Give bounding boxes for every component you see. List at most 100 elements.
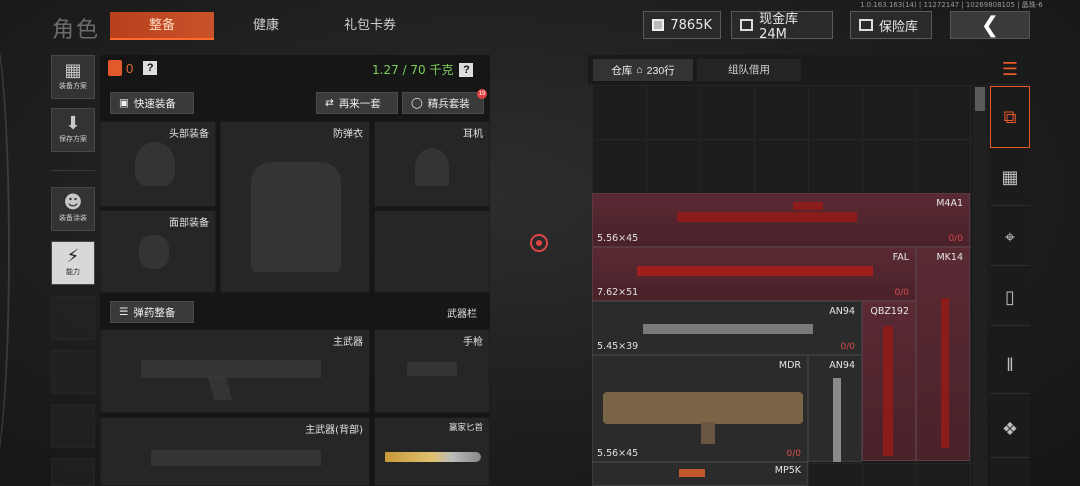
pistol-slot[interactable]: 手枪 <box>374 329 490 413</box>
again-button[interactable]: ⇄ 再来一套 <box>316 92 398 114</box>
help-icon[interactable]: ? <box>143 61 158 75</box>
primary-back-label: 主武器(背部) <box>305 425 363 436</box>
sidebar-empty-slot <box>51 458 95 486</box>
knife-slot-label: 赢家匕首 <box>448 423 483 433</box>
tab-category-selected[interactable]: ⧉ <box>990 86 1030 148</box>
ammo-equip-label: 弹药整备 <box>133 306 176 319</box>
list-item[interactable]: FAL 7.62×51 0/0 <box>592 247 916 301</box>
sidebar-item-ability[interactable]: ⚡ 能力 <box>51 241 95 285</box>
safe-label: 保险库 <box>879 19 919 35</box>
tab-category-armor[interactable]: ▦ <box>990 150 1030 206</box>
sidebar-item-save-plan[interactable]: ⬇ 保存方案 <box>51 108 95 152</box>
silver-currency[interactable]: 7865K <box>643 11 721 39</box>
tab-category-guns[interactable]: ⌖ <box>990 210 1030 266</box>
item-caliber: 5.45×39 <box>597 341 639 352</box>
warehouse-scrollbar[interactable] <box>973 85 987 486</box>
tab-category-ammo[interactable]: ‖ <box>990 338 1030 394</box>
tab-category-magazines[interactable]: ▯ <box>990 270 1030 326</box>
list-item[interactable]: QBZ192 <box>862 301 916 461</box>
ammo-icon: ☰ <box>119 306 129 318</box>
silver-icon <box>652 19 665 31</box>
back-button[interactable]: ❮ <box>950 11 1030 39</box>
left-edge-arc <box>0 20 10 480</box>
tab-team-borrow[interactable]: 组队借用 <box>697 59 801 81</box>
list-item[interactable]: MDR 5.56×45 0/0 <box>592 355 808 462</box>
sidebar-item-label: 装备涂装 <box>59 214 87 222</box>
elite-set-button[interactable]: ◯ 精兵套装 <box>402 92 484 114</box>
quick-equip-button[interactable]: ▣ 快速装备 <box>110 92 194 114</box>
bullet-icon: ‖ <box>1006 355 1014 375</box>
earphone-slot[interactable]: 耳机 <box>374 121 490 207</box>
item-name: QBZ192 <box>870 306 909 317</box>
rifle-icon <box>637 266 873 276</box>
face-slot-label: 面部装备 <box>169 218 209 229</box>
cash-vault-button[interactable]: 现金库 24M <box>731 11 833 42</box>
list-item[interactable]: AN94 5.45×39 0/0 <box>592 301 862 355</box>
tab-gift-cards[interactable]: 礼包卡券 <box>318 12 422 40</box>
earphone-slot-label: 耳机 <box>463 129 483 140</box>
list-item[interactable]: AN94 <box>808 355 862 462</box>
body-armor-icon <box>251 162 341 272</box>
pistol-silhouette-icon <box>407 362 457 376</box>
item-caliber: 5.56×45 <box>597 448 639 459</box>
item-name: AN94 <box>829 360 855 371</box>
gas-mask-icon <box>139 235 169 269</box>
quick-equip-label: 快速装备 <box>133 97 176 110</box>
sidebar-item-loadout-plan[interactable]: ▦ 装备方案 <box>51 55 95 99</box>
download-icon: ⬇ <box>65 113 81 134</box>
layers-icon: ⧉ <box>1003 106 1017 127</box>
sidebar-item-skin[interactable]: ☻ 装备涂装 <box>51 187 95 231</box>
weapon-bar-label: 武器栏 <box>447 309 477 320</box>
primary-weapon-slot[interactable]: 主武器 <box>100 329 370 413</box>
mask-icon: ☻ <box>63 192 83 213</box>
weight-indicator: 1.27 / 70 千克 ? <box>372 61 474 78</box>
rifle-icon <box>643 324 813 334</box>
shield-icon: ◯ <box>411 97 423 109</box>
tab-all-categories[interactable]: ☰ <box>990 55 1030 85</box>
scope-icon <box>793 202 823 210</box>
target-icon[interactable] <box>530 234 548 252</box>
item-count: 0/0 <box>894 288 909 298</box>
sidebar-item-label: 保存方案 <box>59 135 87 143</box>
face-slot[interactable]: 面部装备 <box>100 210 216 293</box>
silver-amount: 7865K <box>670 17 712 33</box>
cash-vault-label: 现金库 24M <box>759 12 799 42</box>
vault-icon <box>740 19 754 31</box>
item-count: 0/0 <box>948 234 963 244</box>
safe-button[interactable]: 保险库 <box>850 11 932 39</box>
item-count: 0/0 <box>786 449 801 459</box>
rifle-vertical-icon <box>833 378 841 462</box>
sidebar-item-label: 装备方案 <box>59 82 87 90</box>
primary-back-slot[interactable]: 主武器(背部) <box>100 417 370 486</box>
item-name: MK14 <box>936 252 963 263</box>
tab-loadout[interactable]: 整备 <box>110 12 214 40</box>
knife-icon <box>385 452 481 462</box>
item-name: MP5K <box>774 465 801 476</box>
armor-count: 0 <box>126 60 134 76</box>
armor-status: 0 ? <box>108 60 158 76</box>
ammo-equip-button[interactable]: ☰ 弹药整备 <box>110 301 194 323</box>
chevron-left-icon: ❮ <box>980 12 1000 37</box>
extra-slot[interactable] <box>374 210 490 293</box>
tab-health[interactable]: 健康 <box>214 12 318 40</box>
divider <box>51 170 95 171</box>
list-item[interactable]: MK14 <box>916 247 970 461</box>
notification-badge: 19 <box>477 89 487 99</box>
page-title: 角色 <box>52 18 101 43</box>
item-name: AN94 <box>829 306 855 317</box>
rifle-mag-icon <box>207 376 233 400</box>
repeat-icon: ⇄ <box>325 97 334 109</box>
list-item[interactable]: M4A1 5.56×45 0/0 <box>592 193 970 247</box>
tab-warehouse[interactable]: 仓库 ⌂ 230行 <box>593 59 693 81</box>
knife-slot[interactable]: 赢家匕首 <box>374 417 490 486</box>
list-item[interactable]: MP5K <box>592 462 808 486</box>
home-icon: ⌂ <box>636 64 643 76</box>
tab-category-accessories[interactable]: ❖ <box>990 402 1030 458</box>
head-slot[interactable]: 头部装备 <box>100 121 216 207</box>
weight-help-icon[interactable]: ? <box>459 62 474 77</box>
vest-icon: ▦ <box>64 60 82 81</box>
accessory-icon: ❖ <box>1001 419 1019 439</box>
vest-slot[interactable]: 防弹衣 <box>220 121 370 293</box>
rifle-vertical-icon <box>883 326 893 456</box>
armor-icon <box>108 60 122 76</box>
